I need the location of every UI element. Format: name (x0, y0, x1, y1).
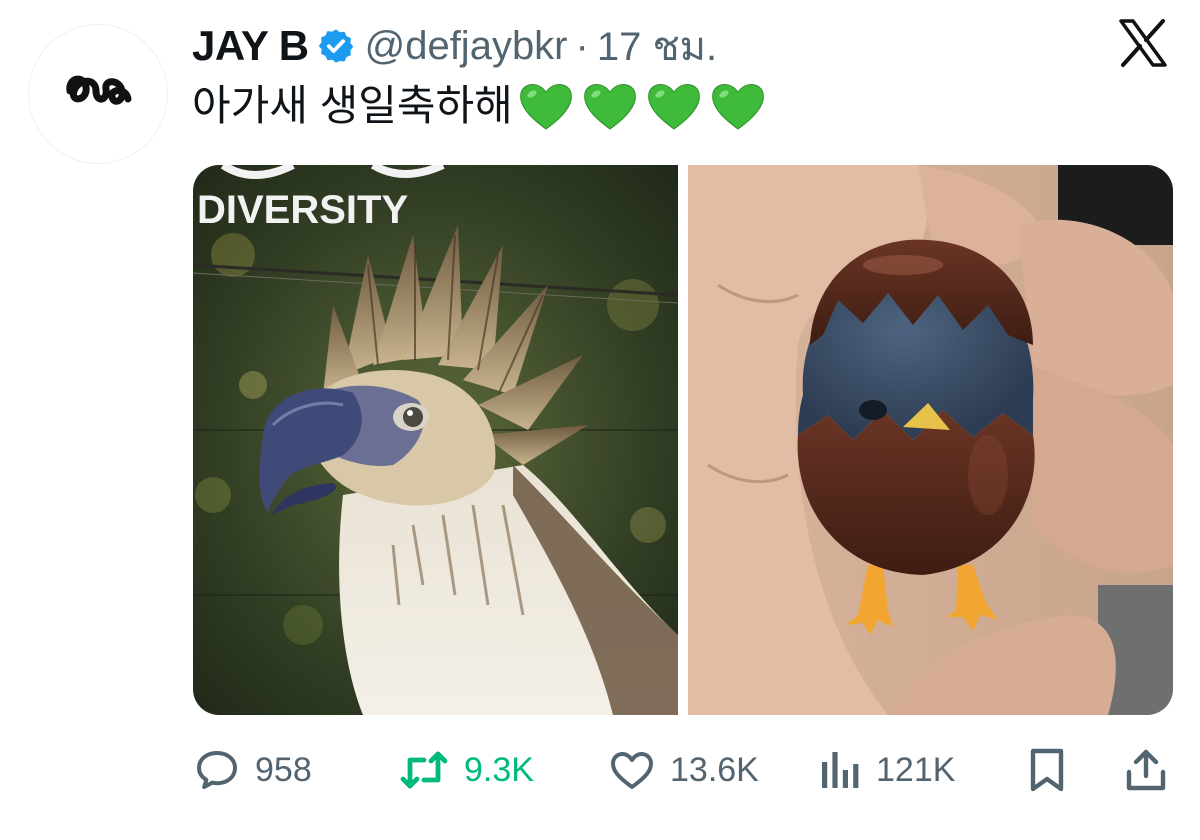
media-grid: DIVERSITY (193, 165, 1173, 715)
tweet-body: 아가새 생일축하해 (192, 82, 513, 129)
green-heart-icon (711, 84, 764, 130)
like-button[interactable]: 13.6K (608, 740, 759, 800)
green-heart-icon (583, 84, 636, 130)
repost-count: 9.3K (464, 750, 534, 789)
action-bar: 958 9.3K 13.6K 121K (193, 740, 1173, 800)
green-heart-icon (519, 84, 572, 130)
reply-count: 958 (255, 750, 312, 789)
chick-figure-photo[interactable] (688, 165, 1173, 715)
tweet-header: JAY B @defjaybkr · 17 ชม. (192, 18, 717, 74)
handle[interactable]: @defjaybkr (365, 24, 568, 69)
heart-icon (611, 752, 653, 789)
share-button[interactable] (1123, 740, 1169, 800)
separator-dot: · (575, 23, 589, 68)
repost-icon (400, 751, 448, 789)
reply-button[interactable]: 958 (193, 740, 312, 800)
tweet: JAY B @defjaybkr · 17 ชม. 아가새 생일축하해 DIVE… (0, 0, 1200, 840)
repost-button[interactable]: 9.3K (398, 740, 534, 800)
share-icon (1126, 749, 1166, 791)
squiggle-logo-icon (66, 75, 132, 105)
x-logo-icon[interactable] (1118, 18, 1168, 68)
like-count: 13.6K (670, 750, 759, 789)
banner-text: DIVERSITY (197, 188, 408, 232)
bookmark-button[interactable] (1025, 740, 1069, 800)
emoji-group (517, 80, 773, 132)
view-count: 121K (876, 750, 956, 789)
eagle-photo[interactable]: DIVERSITY (193, 165, 678, 715)
avatar[interactable] (28, 24, 168, 164)
analytics-icon (822, 752, 859, 788)
views-button[interactable]: 121K (818, 740, 955, 800)
timestamp[interactable]: 17 ชม. (597, 14, 717, 78)
green-heart-icon (647, 84, 700, 130)
reply-icon (197, 751, 237, 789)
display-name[interactable]: JAY B (192, 22, 309, 70)
tweet-text: 아가새 생일축하해 (192, 76, 773, 136)
verified-badge-icon (317, 27, 355, 65)
bookmark-icon (1030, 748, 1064, 792)
